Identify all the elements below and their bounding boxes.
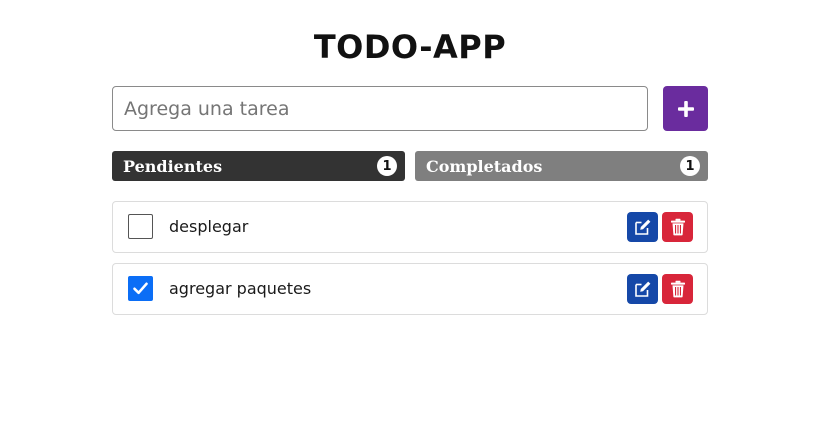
new-task-form bbox=[112, 86, 708, 131]
task-list: desplegar agregar paquetes bbox=[112, 201, 708, 325]
tab-pending-count-badge: 1 bbox=[377, 156, 397, 176]
edit-task-button[interactable] bbox=[627, 274, 658, 304]
trash-icon bbox=[670, 280, 685, 298]
task-checkbox[interactable] bbox=[128, 214, 153, 239]
task-text: agregar paquetes bbox=[169, 279, 312, 298]
tab-completed-count-badge: 1 bbox=[680, 156, 700, 176]
edit-task-button[interactable] bbox=[627, 212, 658, 242]
edit-icon bbox=[634, 219, 650, 235]
trash-icon bbox=[670, 218, 685, 236]
task-item: desplegar bbox=[112, 201, 708, 253]
tab-completed[interactable]: Completados 1 bbox=[415, 151, 708, 181]
task-item: agregar paquetes bbox=[112, 263, 708, 315]
task-filter-tabs: Pendientes 1 Completados 1 bbox=[112, 151, 708, 181]
tab-pending-label: Pendientes bbox=[123, 156, 223, 176]
delete-task-button[interactable] bbox=[662, 274, 693, 304]
edit-icon bbox=[634, 281, 650, 297]
delete-task-button[interactable] bbox=[662, 212, 693, 242]
add-task-button[interactable] bbox=[663, 86, 708, 131]
tab-pending[interactable]: Pendientes 1 bbox=[112, 151, 405, 181]
task-checkbox[interactable] bbox=[128, 276, 153, 301]
checkmark-icon bbox=[133, 282, 148, 295]
plus-icon bbox=[677, 100, 694, 117]
new-task-input[interactable] bbox=[112, 86, 648, 131]
tab-completed-label: Completados bbox=[426, 156, 543, 176]
page-title: TODO-APP bbox=[313, 28, 507, 66]
task-text: desplegar bbox=[169, 217, 249, 236]
